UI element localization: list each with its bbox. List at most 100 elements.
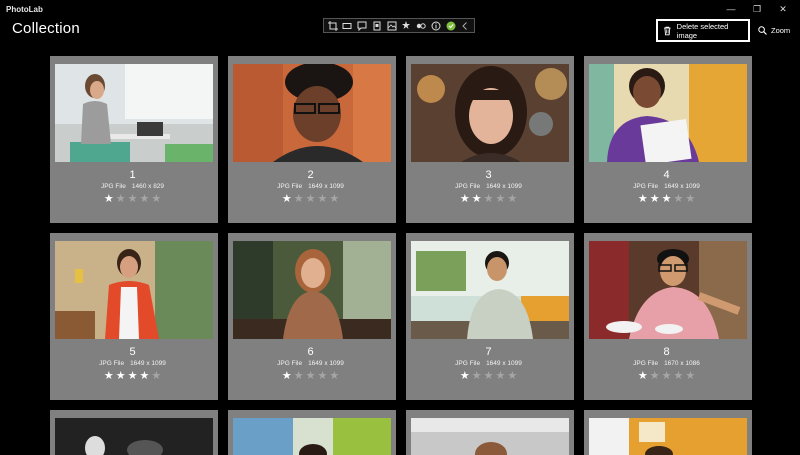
star-icon[interactable]: ★ xyxy=(650,193,660,205)
star-icon[interactable]: ★ xyxy=(495,370,505,382)
photo-card-1[interactable]: 1 JPG File 1460 x 829 ★ ★ ★ ★ ★ xyxy=(50,56,218,223)
info-icon[interactable] xyxy=(430,20,441,31)
search-icon xyxy=(758,26,767,35)
star-icon[interactable]: ★ xyxy=(662,370,672,382)
rating-stars[interactable]: ★ ★ ★ ★ ★ xyxy=(589,370,744,382)
crop-icon[interactable] xyxy=(327,20,338,31)
star-icon[interactable]: ★ xyxy=(507,193,517,205)
app-name: PhotoLab xyxy=(6,4,43,14)
star-icon[interactable]: ★ xyxy=(472,193,482,205)
file-type: JPG File xyxy=(277,183,303,190)
file-type: JPG File xyxy=(455,360,481,367)
star-icon[interactable]: ★ xyxy=(317,193,327,205)
adjust-icon[interactable] xyxy=(416,20,427,31)
star-icon[interactable]: ★ xyxy=(685,370,695,382)
star-icon[interactable]: ★ xyxy=(116,193,126,205)
dimensions: 1649 x 1099 xyxy=(486,183,522,190)
photo-meta: JPG File 1649 x 1099 xyxy=(233,360,388,367)
star-icon[interactable]: ★ xyxy=(662,193,672,205)
star-icon[interactable]: ★ xyxy=(294,370,304,382)
photo-thumbnail xyxy=(55,241,213,339)
rating-stars[interactable]: ★ ★ ★ ★ ★ xyxy=(411,193,566,205)
frame-icon[interactable] xyxy=(371,20,382,31)
edit-toolbar xyxy=(323,18,475,33)
star-icon[interactable]: ★ xyxy=(460,370,470,382)
photo-card-9[interactable] xyxy=(50,410,218,455)
star-icon[interactable]: ★ xyxy=(128,370,138,382)
star-icon[interactable]: ★ xyxy=(507,370,517,382)
dimensions: 1649 x 1099 xyxy=(130,360,166,367)
comment-icon[interactable] xyxy=(357,20,368,31)
star-icon[interactable]: ★ xyxy=(472,370,482,382)
star-icon[interactable]: ★ xyxy=(104,370,114,382)
file-type: JPG File xyxy=(455,183,481,190)
close-icon[interactable]: ✕ xyxy=(770,0,796,18)
star-icon[interactable]: ★ xyxy=(151,193,161,205)
star-icon[interactable]: ★ xyxy=(495,193,505,205)
file-type: JPG File xyxy=(99,360,125,367)
star-icon[interactable]: ★ xyxy=(650,370,660,382)
star-icon[interactable]: ★ xyxy=(329,193,339,205)
star-icon[interactable]: ★ xyxy=(306,193,316,205)
rating-stars[interactable]: ★ ★ ★ ★ ★ xyxy=(589,193,744,205)
star-icon[interactable]: ★ xyxy=(329,370,339,382)
photo-card-11[interactable] xyxy=(406,410,574,455)
star-icon[interactable]: ★ xyxy=(484,370,494,382)
photo-card-5[interactable]: 5 JPG File 1649 x 1099 ★ ★ ★ ★ ★ xyxy=(50,233,218,400)
trash-icon xyxy=(663,26,671,35)
chevron-left-icon[interactable] xyxy=(460,20,471,31)
photo-card-8[interactable]: 8 JPG File 1670 x 1086 ★ ★ ★ ★ ★ xyxy=(584,233,752,400)
star-icon[interactable]: ★ xyxy=(673,193,683,205)
photo-meta: JPG File 1649 x 1099 xyxy=(411,183,566,190)
photo-thumbnail xyxy=(589,64,747,162)
photo-card-3[interactable]: 3 JPG File 1649 x 1099 ★ ★ ★ ★ ★ xyxy=(406,56,574,223)
delete-selected-image-button[interactable]: Delete selected image xyxy=(656,19,750,42)
star-icon[interactable]: ★ xyxy=(151,370,161,382)
photo-card-6[interactable]: 6 JPG File 1649 x 1099 ★ ★ ★ ★ ★ xyxy=(228,233,396,400)
star-icon[interactable]: ★ xyxy=(638,193,648,205)
photo-card-2[interactable]: 2 JPG File 1649 x 1099 ★ ★ ★ ★ ★ xyxy=(228,56,396,223)
star-icon[interactable]: ★ xyxy=(306,370,316,382)
star-icon[interactable]: ★ xyxy=(128,193,138,205)
star-icon[interactable]: ★ xyxy=(294,193,304,205)
photo-card-4[interactable]: 4 JPG File 1649 x 1099 ★ ★ ★ ★ ★ xyxy=(584,56,752,223)
restore-icon[interactable]: ❐ xyxy=(744,0,770,18)
photo-meta: JPG File 1649 x 1099 xyxy=(589,183,744,190)
zoom-button[interactable]: Zoom xyxy=(758,22,790,39)
dimensions: 1670 x 1086 xyxy=(664,360,700,367)
rating-stars[interactable]: ★ ★ ★ ★ ★ xyxy=(55,370,210,382)
star-icon[interactable]: ★ xyxy=(282,193,292,205)
star-icon[interactable]: ★ xyxy=(282,370,292,382)
page-title: Collection xyxy=(12,20,80,37)
star-icon[interactable]: ★ xyxy=(638,370,648,382)
star-icon[interactable]: ★ xyxy=(139,370,149,382)
photo-number: 2 xyxy=(307,169,314,181)
minimize-icon[interactable]: — xyxy=(718,0,744,18)
star-icon[interactable]: ★ xyxy=(685,193,695,205)
check-icon[interactable] xyxy=(445,20,456,31)
photo-meta: JPG File 1670 x 1086 xyxy=(589,360,744,367)
star-icon[interactable]: ★ xyxy=(484,193,494,205)
rectangle-icon[interactable] xyxy=(342,20,353,31)
dimensions: 1649 x 1099 xyxy=(486,360,522,367)
star-icon[interactable]: ★ xyxy=(116,370,126,382)
photo-card-10[interactable] xyxy=(228,410,396,455)
star-icon[interactable]: ★ xyxy=(673,370,683,382)
rating-stars[interactable]: ★ ★ ★ ★ ★ xyxy=(411,370,566,382)
rating-stars[interactable]: ★ ★ ★ ★ ★ xyxy=(55,193,210,205)
rating-stars[interactable]: ★ ★ ★ ★ ★ xyxy=(233,370,388,382)
photo-card-12[interactable] xyxy=(584,410,752,455)
photo-thumbnail xyxy=(411,64,569,162)
dimensions: 1649 x 1099 xyxy=(308,360,344,367)
star-icon[interactable]: ★ xyxy=(139,193,149,205)
star-icon[interactable]: ★ xyxy=(460,193,470,205)
rating-stars[interactable]: ★ ★ ★ ★ ★ xyxy=(233,193,388,205)
star-icon[interactable]: ★ xyxy=(104,193,114,205)
photo-card-7[interactable]: 7 JPG File 1649 x 1099 ★ ★ ★ ★ ★ xyxy=(406,233,574,400)
photo-number: 6 xyxy=(307,346,314,358)
effects-icon[interactable] xyxy=(401,20,412,31)
photo-thumbnail xyxy=(233,64,391,162)
star-icon[interactable]: ★ xyxy=(317,370,327,382)
gallery-icon[interactable] xyxy=(386,20,397,31)
dimensions: 1649 x 1099 xyxy=(664,183,700,190)
